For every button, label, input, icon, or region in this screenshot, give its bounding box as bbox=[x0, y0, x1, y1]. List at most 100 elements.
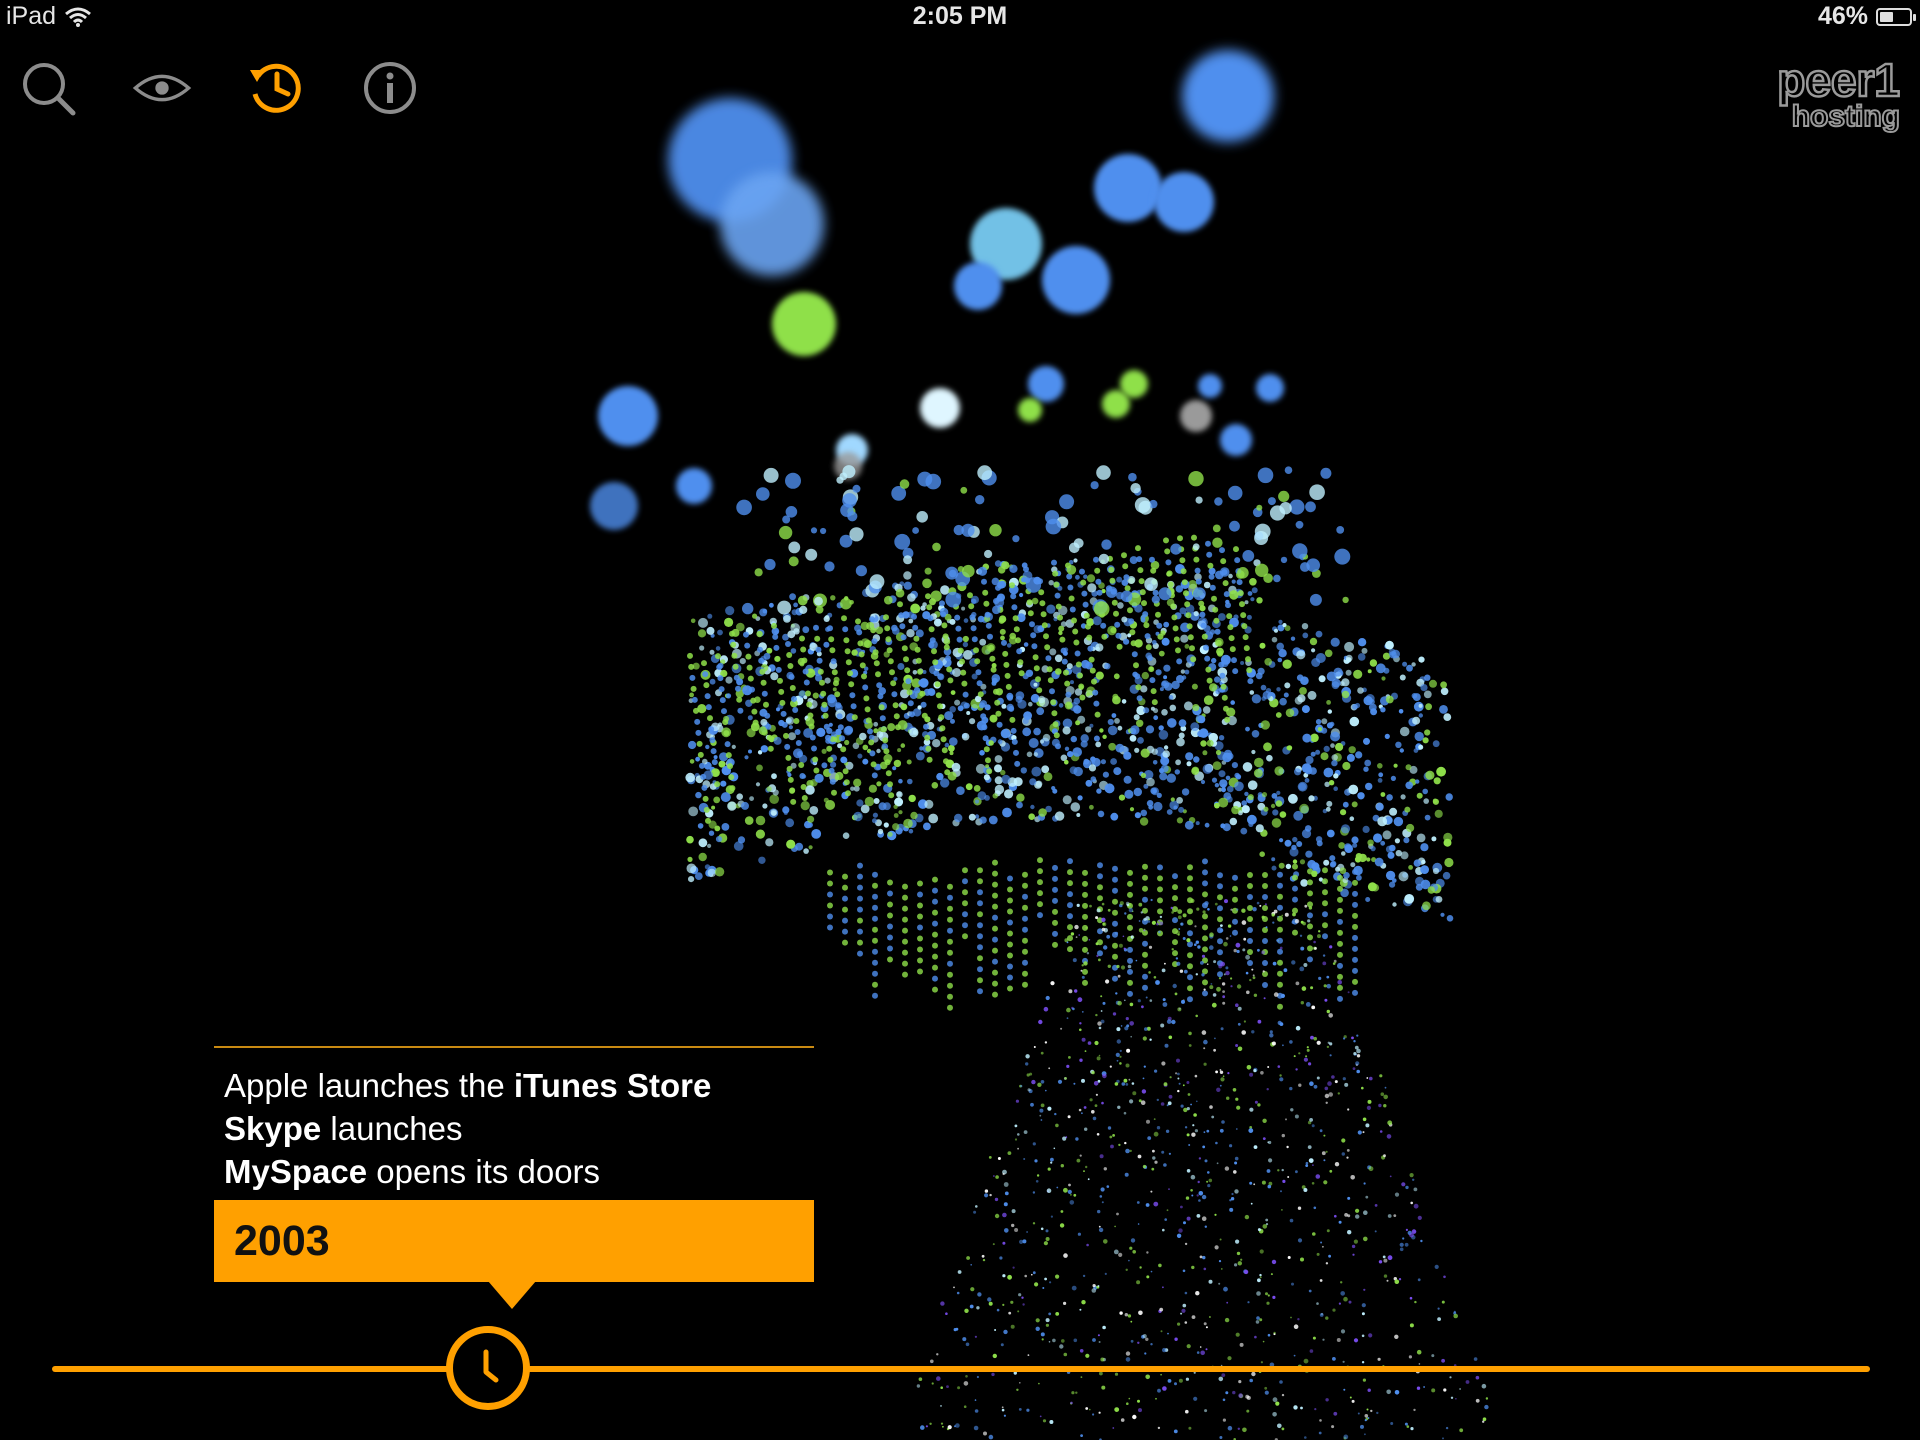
particle bbox=[1052, 864, 1058, 871]
particle bbox=[861, 673, 867, 680]
particle bbox=[1082, 869, 1088, 876]
particle bbox=[1294, 768, 1302, 776]
particle bbox=[1007, 897, 1013, 904]
particle bbox=[1228, 573, 1233, 579]
particle bbox=[788, 674, 795, 680]
particle bbox=[997, 1157, 1001, 1160]
particle bbox=[1202, 924, 1208, 931]
particle bbox=[834, 691, 841, 698]
particle bbox=[1272, 1397, 1278, 1403]
particle bbox=[1060, 1027, 1063, 1030]
particle bbox=[831, 669, 838, 676]
particle bbox=[1350, 1175, 1355, 1180]
particle bbox=[1222, 995, 1226, 999]
particle bbox=[1238, 1380, 1242, 1384]
particle bbox=[1204, 901, 1209, 906]
particle bbox=[1160, 1102, 1165, 1106]
particle bbox=[1227, 1072, 1230, 1075]
particle bbox=[893, 759, 902, 768]
particle bbox=[707, 613, 713, 619]
particle bbox=[959, 658, 965, 665]
particle bbox=[883, 802, 891, 811]
particle bbox=[812, 756, 819, 763]
timeline-track[interactable] bbox=[52, 1366, 1870, 1372]
particle bbox=[1217, 949, 1223, 956]
particle bbox=[1187, 875, 1193, 882]
particle bbox=[1076, 813, 1081, 817]
particle bbox=[1156, 1098, 1160, 1102]
particle bbox=[1284, 466, 1293, 475]
particle bbox=[1363, 766, 1369, 772]
particle bbox=[1352, 912, 1358, 919]
particle bbox=[1083, 612, 1090, 619]
particle bbox=[1334, 1162, 1340, 1167]
particle bbox=[1147, 1136, 1152, 1140]
particle bbox=[1122, 563, 1129, 570]
particle bbox=[1371, 883, 1380, 892]
particle bbox=[1223, 973, 1226, 976]
particle bbox=[1112, 953, 1118, 960]
particle bbox=[1352, 923, 1358, 930]
particle bbox=[1326, 800, 1333, 807]
particle bbox=[1246, 667, 1253, 674]
particle bbox=[907, 700, 914, 707]
particle bbox=[1279, 1077, 1284, 1082]
particle bbox=[1405, 1185, 1409, 1190]
particle bbox=[965, 783, 973, 791]
particle bbox=[1482, 1420, 1485, 1423]
particle bbox=[1402, 1237, 1405, 1240]
particle bbox=[1161, 1061, 1166, 1066]
particle bbox=[1297, 1206, 1302, 1210]
particle bbox=[1332, 1357, 1336, 1361]
particle bbox=[902, 949, 908, 956]
particle bbox=[785, 818, 795, 828]
particle bbox=[717, 629, 723, 636]
particle bbox=[1424, 814, 1431, 821]
particle bbox=[1473, 1357, 1478, 1361]
particle bbox=[1134, 497, 1151, 513]
particle bbox=[709, 678, 716, 685]
particle bbox=[1337, 918, 1343, 925]
particle bbox=[1386, 794, 1393, 801]
particle bbox=[858, 651, 865, 658]
particle bbox=[974, 799, 980, 804]
particle bbox=[1356, 1034, 1359, 1037]
particle bbox=[1008, 1311, 1012, 1315]
particle bbox=[1112, 695, 1121, 705]
particle bbox=[1144, 1352, 1147, 1355]
particle bbox=[1453, 1313, 1458, 1319]
particle bbox=[1140, 617, 1146, 623]
particle bbox=[1048, 1341, 1051, 1343]
particle bbox=[977, 791, 987, 801]
particle bbox=[1102, 1001, 1106, 1005]
particle bbox=[1229, 520, 1240, 532]
particle bbox=[1226, 752, 1234, 760]
particle bbox=[1103, 1167, 1108, 1171]
particle bbox=[737, 836, 746, 844]
particle bbox=[1159, 921, 1164, 926]
particle bbox=[1145, 644, 1152, 651]
particle bbox=[837, 724, 844, 731]
particle bbox=[806, 701, 813, 708]
particle bbox=[973, 647, 979, 654]
particle bbox=[1354, 702, 1361, 709]
particle bbox=[843, 726, 853, 736]
particle bbox=[1222, 1418, 1226, 1422]
particle bbox=[1081, 964, 1084, 967]
particle bbox=[1158, 725, 1164, 731]
particle bbox=[783, 615, 791, 623]
particle bbox=[771, 810, 777, 816]
particle bbox=[1176, 658, 1183, 665]
particle bbox=[1127, 979, 1133, 986]
particle bbox=[1277, 1423, 1282, 1429]
particle bbox=[1308, 1289, 1312, 1293]
timeline-handle[interactable] bbox=[446, 1326, 531, 1410]
particle bbox=[1261, 792, 1268, 798]
particle bbox=[1232, 885, 1238, 892]
particle bbox=[1138, 902, 1143, 907]
particle bbox=[1136, 1280, 1141, 1285]
particle bbox=[1128, 618, 1135, 625]
particle bbox=[992, 859, 998, 866]
particle bbox=[1086, 952, 1090, 955]
particle bbox=[1232, 896, 1238, 903]
